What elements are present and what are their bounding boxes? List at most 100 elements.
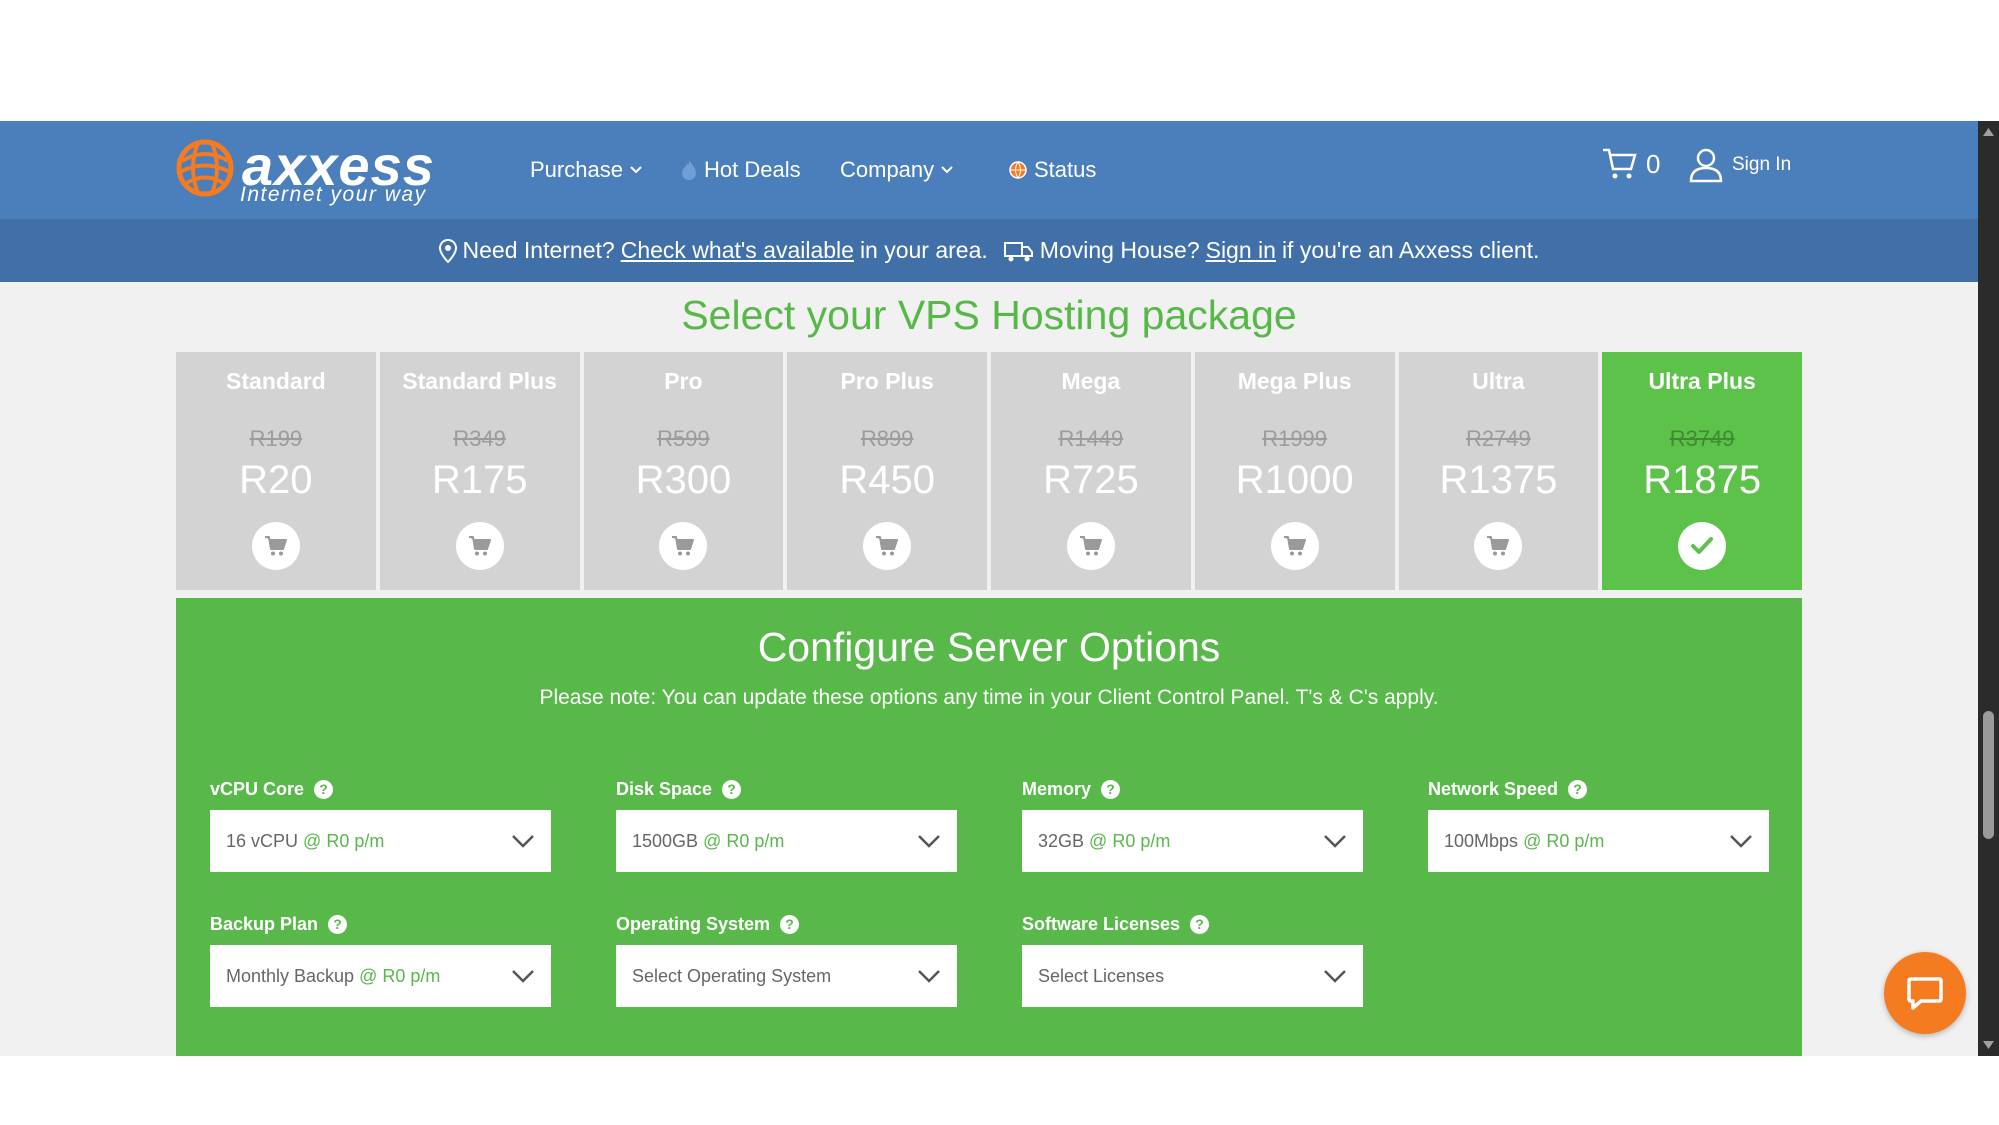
software-licenses-field: Software Licenses? Select Licenses <box>1022 911 1363 1007</box>
chevron-down-icon <box>512 970 534 983</box>
package-name: Standard <box>226 368 326 394</box>
help-icon[interactable]: ? <box>328 914 348 934</box>
add-to-cart-button[interactable] <box>1066 522 1115 570</box>
operating-system-select[interactable]: Select Operating System <box>616 945 957 1007</box>
cart-icon <box>264 536 287 556</box>
add-to-cart-button[interactable] <box>1474 522 1523 570</box>
flame-icon <box>682 160 696 180</box>
chevron-down-icon <box>918 835 940 848</box>
location-pin-icon <box>438 238 457 263</box>
package-selector: Standard R199 R20 Standard Plus R349 R175 Pro R… <box>176 352 1802 590</box>
package-tile[interactable]: Mega Plus R1999 R1000 <box>1194 352 1395 590</box>
nav-company[interactable]: Company <box>840 157 954 183</box>
vcpu-select[interactable]: 16 vCPU @ R0 p/m <box>210 810 551 872</box>
nav-purchase-label: Purchase <box>530 157 623 182</box>
status-globe-icon <box>1009 161 1027 179</box>
page-title: Select your VPS Hosting package <box>681 292 1297 338</box>
cart-icon <box>1079 536 1102 556</box>
selected-check-button[interactable] <box>1678 522 1727 570</box>
memory-label: Memory <box>1022 778 1092 799</box>
package-tile[interactable]: Pro Plus R899 R450 <box>787 352 987 590</box>
package-price: R1375 <box>1439 458 1558 502</box>
package-tile[interactable]: Ultra Plus R3749 R1875 <box>1602 352 1802 590</box>
package-price: R1000 <box>1235 458 1354 502</box>
check-availability-link[interactable]: Check what's available <box>621 237 854 264</box>
cart-icon <box>1603 148 1637 179</box>
package-tile[interactable]: Mega R1449 R725 <box>991 352 1191 590</box>
chevron-down-icon <box>1730 835 1752 848</box>
nav-status[interactable]: Status <box>1008 157 1096 183</box>
configure-note: Please note: You can update these option… <box>539 686 1439 709</box>
page: axxess Internet your way Purchase Hot De… <box>0 0 1999 1125</box>
backup-plan-rate: @ R0 p/m <box>359 965 441 986</box>
software-licenses-select[interactable]: Select Licenses <box>1022 945 1363 1007</box>
scroll-up-arrow-icon[interactable] <box>1982 127 1995 137</box>
help-icon[interactable]: ? <box>722 779 742 799</box>
add-to-cart-button[interactable] <box>863 522 912 570</box>
package-price: R20 <box>239 458 313 502</box>
chevron-down-icon <box>941 166 953 174</box>
add-to-cart-button[interactable] <box>455 522 504 570</box>
configure-title: Configure Server Options <box>757 624 1221 670</box>
logo-tagline: Internet your way <box>240 183 427 206</box>
package-tile[interactable]: Standard R199 R20 <box>176 352 376 590</box>
backup-plan-select[interactable]: Monthly Backup @ R0 p/m <box>210 945 551 1007</box>
navbar: axxess Internet your way Purchase Hot De… <box>0 121 1978 219</box>
vcpu-value: 16 vCPU <box>226 830 299 851</box>
page-scrollbar[interactable] <box>1978 121 1999 1056</box>
nav-status-label: Status <box>1034 157 1097 182</box>
help-icon[interactable]: ? <box>314 779 334 799</box>
package-old-price: R1999 <box>1262 426 1328 451</box>
vcpu-rate: @ R0 p/m <box>303 830 385 851</box>
add-to-cart-button[interactable] <box>251 522 300 570</box>
memory-select[interactable]: 32GB @ R0 p/m <box>1022 810 1363 872</box>
network-speed-select[interactable]: 100Mbps @ R0 p/m <box>1428 810 1769 872</box>
sign-in-label: Sign In <box>1732 154 1792 175</box>
in-area-text: in your area. <box>859 237 988 263</box>
need-internet-text: Need Internet? <box>462 237 615 263</box>
vcpu-field: vCPU Core? 16 vCPU @ R0 p/m <box>210 776 551 872</box>
software-licenses-placeholder: Select Licenses <box>1038 965 1165 986</box>
package-price: R725 <box>1043 458 1139 502</box>
add-to-cart-button[interactable] <box>1270 522 1319 570</box>
package-tile[interactable]: Pro R599 R300 <box>583 352 784 590</box>
scrollbar-thumb[interactable] <box>1983 711 1994 839</box>
nav-purchase[interactable]: Purchase <box>530 157 643 183</box>
package-tile[interactable]: Standard Plus R349 R175 <box>379 352 580 590</box>
chevron-down-icon <box>512 835 534 848</box>
package-price: R300 <box>635 458 732 502</box>
package-old-price: R899 <box>860 426 914 451</box>
disk-space-field: Disk Space? 1500GB @ R0 p/m <box>616 776 957 872</box>
nav-hot-deals[interactable]: Hot Deals <box>680 157 801 183</box>
nav-company-label: Company <box>840 157 935 182</box>
scroll-down-arrow-icon[interactable] <box>1982 1040 1995 1050</box>
sign-in-button[interactable]: Sign In <box>1688 147 1791 183</box>
cart-icon <box>468 536 491 556</box>
help-icon[interactable]: ? <box>1101 779 1121 799</box>
disk-space-select[interactable]: 1500GB @ R0 p/m <box>616 810 957 872</box>
help-icon[interactable]: ? <box>780 914 800 934</box>
sign-in-link[interactable]: Sign in <box>1206 237 1276 264</box>
vcpu-label: vCPU Core <box>210 778 305 799</box>
help-icon[interactable]: ? <box>1568 779 1588 799</box>
live-chat-button[interactable] <box>1884 952 1966 1034</box>
axxess-logo[interactable]: axxess Internet your way <box>176 134 466 207</box>
help-icon[interactable]: ? <box>1190 914 1210 934</box>
moving-house-text: Moving House? <box>1039 237 1200 263</box>
package-name: Ultra Plus <box>1648 368 1756 394</box>
cart-button[interactable]: 0 <box>1602 147 1660 181</box>
network-speed-rate: @ R0 p/m <box>1523 830 1605 851</box>
chat-bubble-icon <box>1907 977 1943 1010</box>
network-speed-label: Network Speed <box>1428 778 1559 799</box>
operating-system-field: Operating System? Select Operating Syste… <box>616 911 957 1007</box>
package-price: R1875 <box>1643 458 1762 502</box>
chevron-down-icon <box>1324 835 1346 848</box>
cart-icon <box>1283 536 1306 556</box>
memory-value: 32GB <box>1038 830 1085 851</box>
package-old-price: R2749 <box>1465 426 1531 451</box>
add-to-cart-button[interactable] <box>659 522 708 570</box>
network-speed-value: 100Mbps <box>1444 830 1519 851</box>
package-tile[interactable]: Ultra R2749 R1375 <box>1398 352 1599 590</box>
memory-rate: @ R0 p/m <box>1089 830 1171 851</box>
cart-icon <box>672 536 695 556</box>
